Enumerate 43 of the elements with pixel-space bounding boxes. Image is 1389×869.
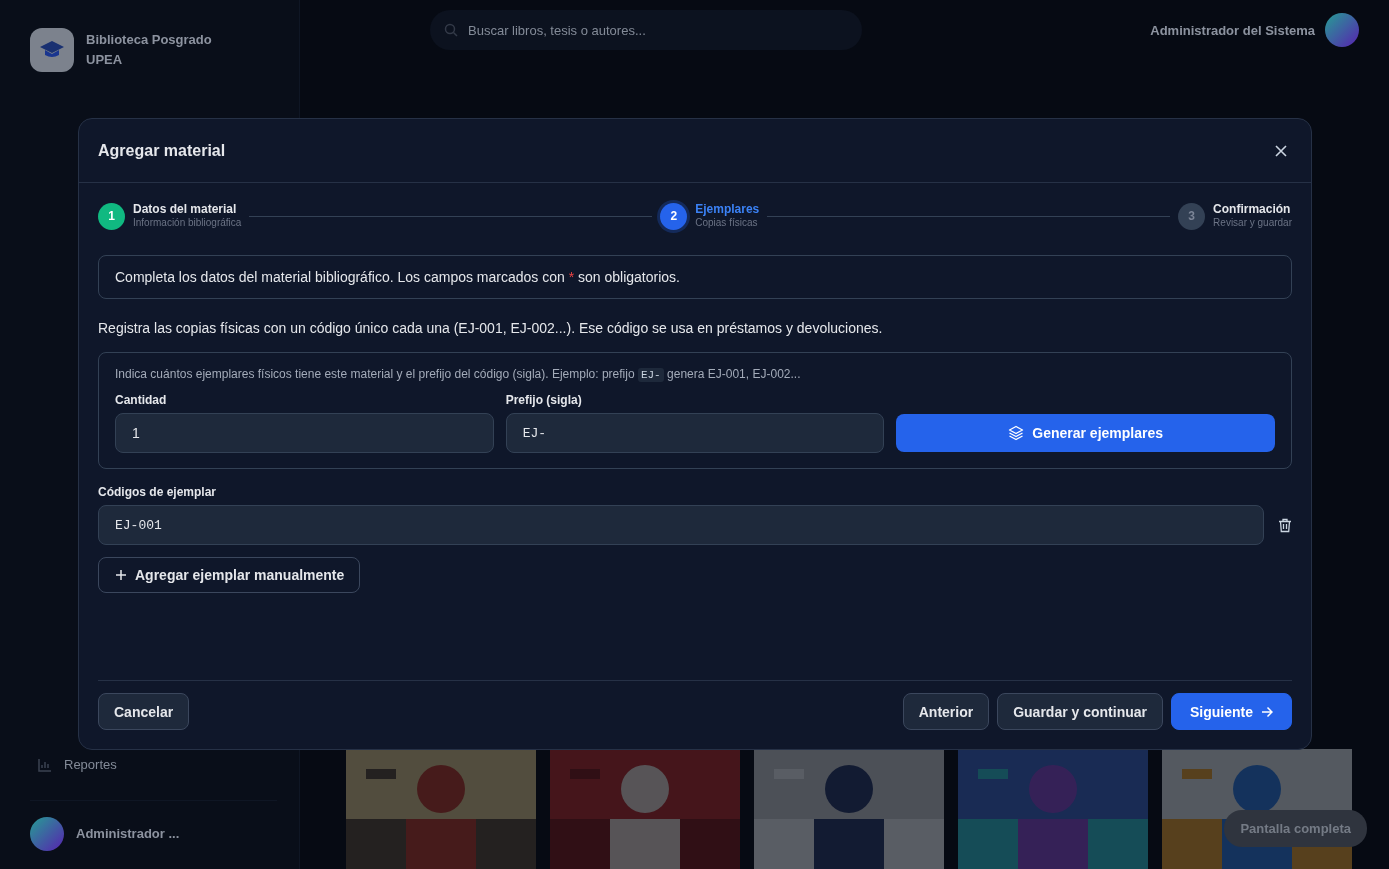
search-field[interactable]: Buscar libros, tesis o autores...: [430, 10, 862, 50]
plus-icon: [115, 569, 127, 581]
hint-text: Indica cuántos ejemplares físicos tiene este material y el prefijo del código (sigla). Ejemplo: prefijo EJ- genera EJ-001, EJ-002...: [115, 367, 802, 381]
field-label: Códigos de ejemplar: [98, 485, 218, 499]
close-icon: [1275, 144, 1287, 157]
step-number: 1: [98, 202, 125, 230]
search-icon: [444, 23, 458, 37]
chart-icon: [38, 757, 52, 772]
field-label: Prefijo (sigla): [505, 393, 583, 407]
previous-button[interactable]: Anterior: [902, 693, 990, 730]
cancel-button[interactable]: Cancelar: [98, 693, 190, 730]
user-avatar: [30, 817, 64, 851]
intro-text: Registra las copias físicas con un código único cada una (EJ-001, EJ-002...). Ese código se usa en préstamos y devoluciones.: [98, 320, 884, 336]
delete-button[interactable]: [1278, 517, 1292, 533]
add-copy-button[interactable]: Agregar ejemplar manualmente: [98, 557, 361, 593]
user-avatar: [1325, 13, 1359, 47]
dialog-title: Agregar material: [98, 141, 226, 160]
nav-label: Reportes: [64, 757, 117, 772]
save-button[interactable]: Guardar y continuar: [997, 693, 1163, 730]
step-subtitle: Copias físicas: [695, 216, 759, 230]
search-placeholder: Buscar libros, tesis o autores...: [468, 22, 646, 38]
brand-title: Biblioteca Posgrado: [86, 31, 212, 49]
generate-button[interactable]: Generar ejemplares: [896, 414, 1275, 452]
field-label: Cantidad: [115, 393, 168, 407]
arrow-right-icon: [1261, 705, 1273, 718]
step-title: Datos del material: [133, 202, 238, 216]
user-name: Administrador del Sistema: [1150, 22, 1315, 38]
next-button[interactable]: Siguiente: [1171, 693, 1292, 730]
trash-icon: [1278, 517, 1292, 533]
step-number: 2: [660, 202, 688, 230]
copy-code-field[interactable]: EJ-001: [98, 505, 1264, 545]
user-name: Administrador ...: [76, 825, 180, 843]
step-title: Ejemplares: [695, 202, 760, 216]
step-number: 3: [1178, 202, 1206, 230]
layers-icon: [1008, 425, 1025, 441]
step-title: Confirmación: [1213, 202, 1292, 216]
step-subtitle: Información bibliográfica: [133, 216, 242, 230]
prefix-field[interactable]: EJ-: [505, 413, 885, 453]
step-subtitle: Revisar y guardar: [1213, 216, 1292, 230]
brand-subtitle: UPEA: [86, 51, 124, 69]
quantity-field[interactable]: 1: [115, 413, 494, 453]
sidebar-item[interactable]: Reportes: [30, 757, 277, 800]
info-notice: Completa los datos del material bibliográfico. Los campos marcados con * son obligatorios.: [98, 255, 1292, 299]
